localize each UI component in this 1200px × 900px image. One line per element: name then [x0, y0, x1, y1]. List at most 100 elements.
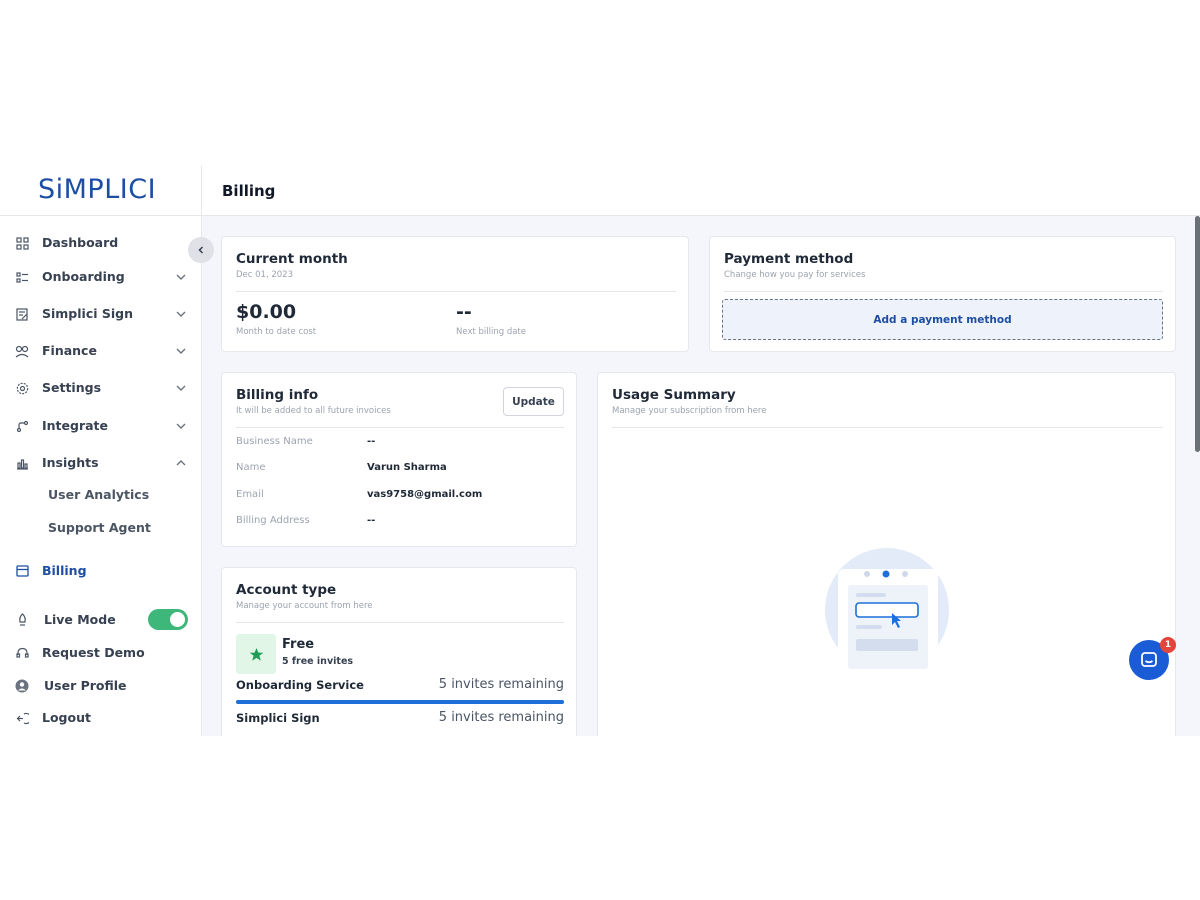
sidebar-item-label: Billing	[42, 563, 87, 578]
info-key: Billing Address	[236, 515, 310, 526]
divider	[236, 427, 564, 428]
current-month-date: Dec 01, 2023	[236, 270, 294, 280]
headset-icon	[14, 645, 30, 661]
chevron-down-icon	[176, 348, 186, 354]
user-icon	[14, 678, 30, 694]
sidebar-item-settings[interactable]: Settings	[0, 374, 202, 402]
sidebar-item-onboarding[interactable]: Onboarding	[0, 263, 202, 291]
grid-icon	[14, 235, 30, 251]
card-title: Usage Summary	[612, 387, 736, 403]
service-name: Onboarding Service	[236, 678, 364, 692]
payment-method-card: Payment method Change how you pay for se…	[709, 236, 1176, 352]
month-to-date-label: Month to date cost	[236, 327, 317, 337]
page-title: Billing	[222, 182, 276, 200]
card-title: Account type	[236, 582, 337, 598]
sidebar-item-label: Onboarding	[42, 269, 125, 284]
page-header: Billing	[202, 166, 1200, 216]
sidebar-item-label: Finance	[42, 343, 97, 358]
plan-name: Free	[282, 637, 315, 652]
card-title: Payment method	[724, 251, 854, 267]
month-to-date-cost: $0.00	[236, 301, 297, 323]
usage-progress-bar	[236, 700, 564, 704]
card-title: Billing info	[236, 387, 319, 403]
sidebar-item-user-profile[interactable]: User Profile	[0, 672, 202, 700]
sidebar-item-label: Insights	[42, 455, 99, 470]
sidebar-subitem-support-agent[interactable]: Support Agent	[48, 520, 151, 535]
gear-icon	[14, 380, 30, 396]
billing-address-value: --	[367, 515, 376, 526]
sidebar-item-insights[interactable]: Insights	[0, 449, 202, 477]
divider	[612, 427, 1163, 428]
card-subtitle: Manage your subscription from here	[612, 406, 767, 416]
business-name-value: --	[367, 436, 376, 447]
sidebar-item-integrate[interactable]: Integrate	[0, 412, 202, 440]
card-title: Current month	[236, 251, 348, 267]
sidebar-item-label: Simplici Sign	[42, 306, 134, 321]
list-icon	[14, 269, 30, 285]
main-content: Current month Dec 01, 2023 $0.00 Month t…	[202, 216, 1200, 736]
divider	[236, 291, 676, 292]
sidebar-item-request-demo[interactable]: Request Demo	[0, 639, 202, 667]
sidebar-item-logout[interactable]: Logout	[0, 704, 202, 732]
chevron-down-icon	[176, 274, 186, 280]
coins-icon	[14, 343, 30, 359]
chevron-down-icon	[176, 311, 186, 317]
account-type-card: Account type Manage your account from he…	[221, 567, 577, 736]
sidebar-item-dashboard[interactable]: Dashboard	[0, 229, 202, 257]
live-mode-toggle[interactable]	[148, 609, 188, 630]
logout-icon	[14, 710, 30, 726]
card-subtitle: Manage your account from here	[236, 601, 373, 611]
sidebar-item-label: Settings	[42, 380, 102, 395]
chevron-down-icon	[176, 385, 186, 391]
notification-badge: 1	[1160, 637, 1176, 653]
service-name: Simplici Sign	[236, 711, 320, 725]
chat-launcher-button[interactable]: 1	[1129, 637, 1176, 680]
next-billing-label: Next billing date	[456, 327, 526, 337]
update-billing-button[interactable]: Update	[503, 387, 564, 416]
sidebar-item-finance[interactable]: Finance	[0, 337, 202, 365]
chevron-left-icon	[198, 246, 204, 254]
billing-info-card: Billing info It will be added to all fut…	[221, 372, 577, 547]
divider	[724, 291, 1163, 292]
scrollbar[interactable]	[1195, 216, 1200, 452]
divider	[0, 215, 202, 216]
chevron-up-icon	[176, 460, 186, 466]
rocket-icon	[14, 612, 30, 628]
info-key: Business Name	[236, 436, 313, 447]
usage-summary-card: Usage Summary Manage your subscription f…	[597, 372, 1176, 736]
sidebar-item-label: Logout	[42, 710, 91, 725]
edit-icon	[14, 306, 30, 322]
sidebar-item-label: Live Mode	[44, 612, 116, 627]
collapse-sidebar-button[interactable]	[188, 237, 214, 263]
sidebar-item-billing[interactable]: Billing	[0, 557, 202, 585]
name-value: Varun Sharma	[367, 462, 447, 473]
plan-badge	[236, 634, 276, 674]
chevron-down-icon	[176, 423, 186, 429]
email-value: vas9758@gmail.com	[367, 489, 483, 500]
toggle-knob	[170, 612, 185, 627]
next-billing-date: --	[456, 301, 472, 323]
add-payment-method-button[interactable]: Add a payment method	[722, 299, 1163, 340]
empty-state-illustration	[825, 548, 949, 673]
sidebar-item-label: Request Demo	[42, 645, 145, 660]
info-key: Email	[236, 489, 264, 500]
current-month-card: Current month Dec 01, 2023 $0.00 Month t…	[221, 236, 689, 352]
service-remaining: 5 invites remaining	[438, 710, 564, 725]
app-window: SiMPLICI Dashboard Onboarding Simplici S…	[0, 166, 1200, 736]
card-subtitle: Change how you pay for services	[724, 270, 866, 280]
sidebar-item-simplici-sign[interactable]: Simplici Sign	[0, 300, 202, 328]
divider	[236, 622, 564, 623]
service-remaining: 5 invites remaining	[438, 677, 564, 692]
sidebar-item-label: Integrate	[42, 418, 109, 433]
billing-icon	[14, 563, 30, 579]
info-key: Name	[236, 462, 266, 473]
card-subtitle: It will be added to all future invoices	[236, 406, 391, 416]
sidebar-item-label: Dashboard	[42, 235, 119, 250]
sidebar-subitem-user-analytics[interactable]: User Analytics	[48, 487, 149, 502]
plan-invites: 5 free invites	[282, 656, 354, 667]
bar-chart-icon	[14, 455, 30, 471]
chat-icon	[1141, 652, 1157, 667]
sidebar: SiMPLICI Dashboard Onboarding Simplici S…	[0, 166, 202, 736]
star-icon	[249, 647, 263, 661]
integrate-icon	[14, 418, 30, 434]
